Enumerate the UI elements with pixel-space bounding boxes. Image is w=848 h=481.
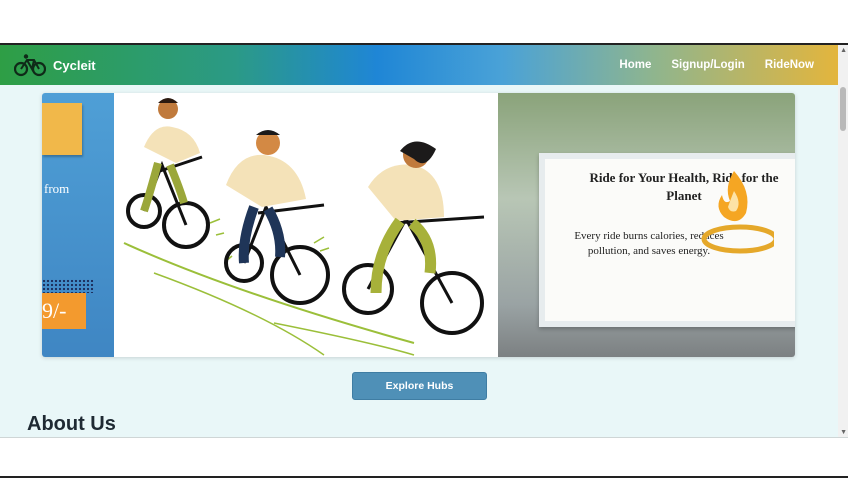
- browser-chrome-top: [0, 0, 848, 44]
- logo[interactable]: Cycleit: [14, 53, 96, 77]
- browser-chrome-bottom: [0, 437, 848, 481]
- nav-links: Home Signup/Login RideNow: [599, 45, 814, 85]
- sticky-note-graphic: [42, 103, 82, 155]
- about-us-heading: About Us: [27, 413, 116, 435]
- scroll-up-arrow-icon[interactable]: ▲: [840, 47, 847, 54]
- flame-tape-illustration: [701, 171, 774, 254]
- nav-link-ridenow[interactable]: RideNow: [765, 59, 814, 71]
- dot-pattern-graphic: [42, 279, 94, 293]
- scrollbar-thumb[interactable]: [840, 87, 846, 131]
- bicycle-logo-icon: [14, 54, 46, 77]
- vertical-scrollbar[interactable]: ▲ ▼: [838, 45, 848, 437]
- explore-hubs-button[interactable]: Explore Hubs: [352, 372, 487, 400]
- brand-name: Cycleit: [53, 57, 96, 73]
- scroll-down-arrow-icon[interactable]: ▼: [840, 429, 847, 436]
- navbar: Cycleit Home Signup/Login RideNow: [0, 45, 838, 85]
- cyclists-illustration: [123, 98, 485, 356]
- carousel-slide-cyclists: [114, 93, 498, 357]
- carousel-slide-previous: from 9/-: [42, 93, 114, 357]
- hero-carousel[interactable]: from 9/- Ride for Your Health, Ride for …: [42, 93, 795, 357]
- slide-from-text: from: [44, 181, 70, 196]
- nav-link-home[interactable]: Home: [619, 59, 651, 71]
- carousel-slide-health: Ride for Your Health, Ride for the Plane…: [498, 93, 795, 357]
- nav-link-signup-login[interactable]: Signup/Login: [671, 59, 744, 71]
- page-viewport: Cycleit Home Signup/Login RideNow from 9…: [0, 45, 848, 437]
- frame-divider-bottom: [0, 476, 848, 478]
- price-tag: 9/-: [42, 293, 86, 329]
